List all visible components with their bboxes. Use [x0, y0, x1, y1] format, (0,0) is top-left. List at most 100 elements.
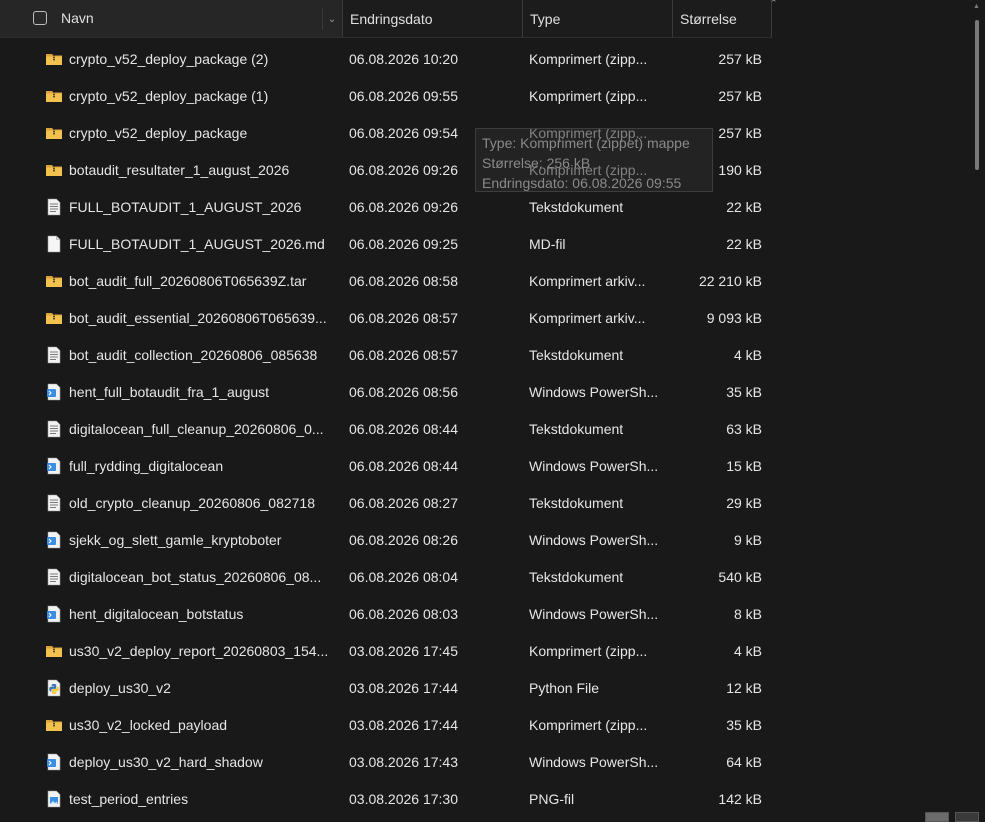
file-name: deploy_us30_v2_hard_shadow [69, 754, 263, 770]
file-size: 4 kB [733, 643, 762, 659]
file-name: old_crypto_cleanup_20260806_082718 [69, 495, 315, 511]
file-date: 03.08.2026 17:43 [349, 754, 458, 770]
file-type: Tekstdokument [529, 199, 624, 215]
file-size: 64 kB [726, 754, 762, 770]
file-row[interactable]: crypto_v52_deploy_package (1) 06.08.2026 … [0, 78, 772, 115]
file-date: 06.08.2026 10:20 [349, 51, 458, 67]
powershell-file-icon [45, 531, 63, 549]
file-date: 06.08.2026 09:25 [349, 236, 458, 252]
file-name: bot_audit_essential_20260806T065639... [69, 310, 327, 326]
file-name: sjekk_og_slett_gamle_kryptoboter [69, 532, 282, 548]
column-header-size[interactable]: Størrelse [672, 0, 772, 37]
column-header-name-label: Navn [61, 10, 94, 26]
file-row[interactable]: test_period_entries 03.08.2026 17:30 PNG-f… [0, 781, 772, 818]
tiles-view-button[interactable] [955, 812, 979, 822]
file-type: Komprimert (zipp... [529, 717, 648, 733]
file-row[interactable]: FULL_BOTAUDIT_1_AUGUST_2026.md 06.08.2026… [0, 226, 772, 263]
zip-folder-icon [45, 124, 63, 142]
vertical-scrollbar-thumb[interactable] [975, 20, 979, 170]
file-row[interactable]: bot_audit_collection_20260806_085638 06.0… [0, 337, 772, 374]
file-size: 12 kB [726, 680, 762, 696]
file-size: 4 kB [733, 347, 762, 363]
file-row[interactable]: FULL_BOTAUDIT_1_AUGUST_2026 06.08.2026 09… [0, 189, 772, 226]
file-name: hent_digitalocean_botstatus [69, 606, 244, 622]
file-row[interactable]: sjekk_og_slett_gamle_kryptoboter 06.08.20… [0, 522, 772, 559]
file-type: Windows PowerSh... [529, 754, 659, 770]
column-header-type[interactable]: Type [522, 0, 672, 37]
zip-folder-icon [45, 87, 63, 105]
details-view-button[interactable] [925, 812, 949, 822]
file-tooltip: Type: Komprimert (zippet) mappe Størrels… [475, 128, 713, 192]
file-size: 9 kB [733, 532, 762, 548]
file-date: 06.08.2026 08:04 [349, 569, 458, 585]
file-size: 142 kB [718, 791, 762, 807]
text-file-icon [45, 346, 63, 364]
file-type: Tekstdokument [529, 421, 624, 437]
file-type: Windows PowerSh... [529, 606, 659, 622]
file-row[interactable]: bot_audit_essential_20260806T065639... 06… [0, 300, 772, 337]
file-type: Komprimert arkiv... [529, 310, 646, 326]
zip-folder-icon [45, 716, 63, 734]
column-header-date[interactable]: ⌃ Endringsdato [342, 0, 778, 37]
powershell-file-icon [45, 383, 63, 401]
column-header-name[interactable]: Navn ⌄ [0, 0, 342, 37]
text-file-icon [45, 494, 63, 512]
file-name: us30_v2_locked_payload [69, 717, 228, 733]
file-date: 06.08.2026 08:03 [349, 606, 458, 622]
file-row[interactable]: digitalocean_full_cleanup_20260806_0... 0… [0, 411, 772, 448]
python-file-icon [45, 679, 63, 697]
file-row[interactable]: old_crypto_cleanup_20260806_082718 06.08.… [0, 485, 772, 522]
file-row[interactable]: hent_full_botaudit_fra_1_august 06.08.202… [0, 374, 772, 411]
file-date: 06.08.2026 08:26 [349, 532, 458, 548]
file-row[interactable]: hent_digitalocean_botstatus 06.08.2026 08… [0, 596, 772, 633]
powershell-file-icon [45, 457, 63, 475]
file-date: 03.08.2026 17:30 [349, 791, 458, 807]
chevron-down-icon[interactable]: ⌄ [322, 8, 341, 30]
file-size: 35 kB [726, 384, 762, 400]
file-row[interactable]: deploy_us30_v2 03.08.2026 17:44 Python Fil… [0, 670, 772, 707]
file-date: 03.08.2026 17:44 [349, 680, 458, 696]
tooltip-size: Størrelse: 256 kB [482, 155, 591, 171]
file-name: digitalocean_full_cleanup_20260806_0... [69, 421, 324, 437]
select-all-checkbox[interactable] [33, 11, 47, 25]
file-date: 06.08.2026 08:58 [349, 273, 458, 289]
column-header-type-label: Type [530, 10, 561, 27]
file-row[interactable]: us30_v2_locked_payload 03.08.2026 17:44 Ko… [0, 707, 772, 744]
file-size: 22 kB [726, 236, 762, 252]
file-name: bot_audit_full_20260806T065639Z.tar [69, 273, 307, 289]
file-row[interactable]: bot_audit_full_20260806T065639Z.tar 06.08… [0, 263, 772, 300]
file-date: 06.08.2026 08:44 [349, 421, 458, 437]
file-size: 63 kB [726, 421, 762, 437]
zip-folder-icon [45, 642, 63, 660]
file-date: 06.08.2026 08:56 [349, 384, 458, 400]
file-size: 15 kB [726, 458, 762, 474]
file-name: FULL_BOTAUDIT_1_AUGUST_2026.md [69, 236, 325, 252]
file-type: Python File [529, 680, 600, 696]
file-name: test_period_entries [69, 791, 189, 807]
file-name: digitalocean_bot_status_20260806_08... [69, 569, 322, 585]
file-size: 35 kB [726, 717, 762, 733]
tooltip-date: Endringsdato: 06.08.2026 09:55 [482, 175, 682, 191]
file-size: 22 kB [726, 199, 762, 215]
scroll-up-arrow[interactable]: ▲ [973, 3, 981, 10]
text-file-icon [45, 568, 63, 586]
file-type: Windows PowerSh... [529, 458, 659, 474]
file-name: full_rydding_digitalocean [69, 458, 224, 474]
file-size: 9 093 kB [706, 310, 762, 326]
file-row[interactable]: full_rydding_digitalocean 06.08.2026 08:4… [0, 448, 772, 485]
file-row[interactable]: deploy_us30_v2_hard_shadow 03.08.2026 17:… [0, 744, 772, 781]
file-name: crypto_v52_deploy_package (2) [69, 51, 269, 67]
column-header-bar: Navn ⌄ ⌃ Endringsdato Type Størrelse [0, 0, 778, 38]
file-date: 03.08.2026 17:44 [349, 717, 458, 733]
file-type: MD-fil [529, 236, 566, 252]
image-file-icon [45, 790, 63, 808]
file-row[interactable]: crypto_v52_deploy_package (2) 06.08.2026 … [0, 41, 772, 78]
file-row[interactable]: us30_v2_deploy_report_20260803_154... 03.… [0, 633, 772, 670]
file-date: 03.08.2026 17:45 [349, 643, 458, 659]
file-type: Tekstdokument [529, 347, 624, 363]
file-size: 257 kB [718, 88, 762, 104]
blank-file-icon [45, 235, 63, 253]
file-name: deploy_us30_v2 [69, 680, 171, 696]
file-row[interactable]: digitalocean_bot_status_20260806_08... 06… [0, 559, 772, 596]
file-name: crypto_v52_deploy_package [69, 125, 248, 141]
